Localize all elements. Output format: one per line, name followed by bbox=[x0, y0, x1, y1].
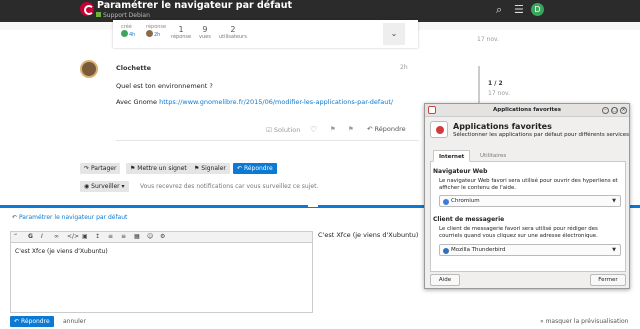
reply-time[interactable]: 2h bbox=[154, 32, 160, 38]
post-author[interactable]: Clochette bbox=[116, 64, 151, 72]
timeline-position[interactable]: 1 / 2 bbox=[488, 80, 503, 87]
hide-preview-link[interactable]: « masquer la prévisualisation bbox=[540, 318, 628, 325]
created-time[interactable]: 4h bbox=[129, 32, 135, 38]
web-browser-select[interactable]: Chromium ▼ bbox=[439, 195, 621, 207]
bookmark-icon[interactable]: ⚑ bbox=[348, 125, 354, 133]
preferred-applications-dialog: Applications favorites – □ × Application… bbox=[424, 103, 630, 289]
dialog-subtitle: Sélectionner les applications par défaut… bbox=[453, 132, 630, 138]
reply-topic-button[interactable]: ↶ Répondre bbox=[233, 163, 277, 174]
dialog-titlebar[interactable]: Applications favorites – □ × bbox=[425, 104, 629, 117]
flag-button[interactable]: ⚑ Signaler bbox=[190, 163, 230, 174]
quote-icon[interactable]: “ bbox=[14, 232, 17, 242]
composer-title: ↶ Paramétrer le navigateur par défaut bbox=[12, 214, 127, 221]
expand-toggle[interactable]: ⌄ bbox=[383, 23, 405, 45]
search-icon[interactable]: ⌕ bbox=[496, 3, 502, 17]
settings-icon[interactable]: ⚙ bbox=[160, 232, 165, 242]
emoji-icon[interactable]: ☺ bbox=[147, 232, 153, 242]
preferred-applications-icon bbox=[430, 121, 448, 138]
mail-client-heading: Client de messagerie bbox=[433, 216, 505, 223]
composer-preview: C'est Xfce (je viens d'Xubuntu) bbox=[318, 231, 419, 239]
composer-reply-button[interactable]: ↶ Répondre bbox=[10, 316, 54, 327]
dialog-heading: Applications favorites bbox=[453, 122, 552, 131]
user-avatar[interactable]: D bbox=[531, 3, 544, 16]
help-button[interactable]: Aide bbox=[430, 274, 460, 286]
post-divider bbox=[116, 140, 419, 141]
debian-logo-icon[interactable] bbox=[80, 2, 94, 16]
replies-stat: 1 réponse bbox=[171, 25, 192, 40]
web-browser-heading: Navigateur Web bbox=[433, 168, 488, 175]
avatar-icon bbox=[146, 30, 153, 37]
dropdown-arrow-icon: ▼ bbox=[612, 198, 616, 204]
link-icon[interactable]: ∞ bbox=[54, 232, 59, 242]
bold-icon[interactable]: G bbox=[28, 232, 33, 242]
code-icon[interactable]: </> bbox=[67, 232, 79, 242]
hamburger-menu-icon[interactable]: ☰ bbox=[514, 3, 524, 16]
numbered-list-icon[interactable]: ≡ bbox=[121, 232, 126, 242]
notification-text: Vous recevrez des notifications car vous… bbox=[140, 183, 319, 190]
mail-client-description: Le client de messagerie favori sera util… bbox=[439, 226, 598, 239]
composer-text: C'est Xfce (je viens d'Xubuntu) bbox=[15, 248, 108, 255]
minimize-icon[interactable]: – bbox=[602, 107, 609, 114]
like-icon[interactable]: ♡ bbox=[310, 125, 317, 134]
post-reply-button[interactable]: ↶ Répondre bbox=[367, 125, 406, 133]
tab-utilities[interactable]: Utilitaires bbox=[475, 150, 511, 162]
web-browser-description: Le navigateur Web favori sera utilisé po… bbox=[439, 178, 618, 191]
created-block: créé 4h bbox=[121, 24, 136, 38]
post-line-2: Avec Gnome https://www.gnomelibre.fr/201… bbox=[116, 98, 394, 106]
upload-icon[interactable]: ↥ bbox=[95, 232, 100, 242]
post-line-1: Quel est ton environnement ? bbox=[116, 82, 213, 90]
timeline-date: 17 nov. bbox=[488, 90, 511, 97]
share-button[interactable]: ↷ Partager bbox=[80, 163, 121, 174]
bullet-list-icon[interactable]: ≡ bbox=[108, 232, 113, 242]
composer-textarea[interactable]: C'est Xfce (je viens d'Xubuntu) bbox=[10, 242, 313, 313]
flag-icon[interactable]: ⚑ bbox=[330, 125, 336, 133]
tab-bar: Internet Utilitaires bbox=[430, 150, 626, 162]
dropdown-arrow-icon: ▼ bbox=[612, 247, 616, 253]
users-stat: 2 utilisateurs bbox=[219, 25, 247, 40]
thunderbird-icon bbox=[443, 248, 449, 254]
views-stat: 9 vues bbox=[199, 25, 211, 40]
maximize-icon[interactable]: □ bbox=[611, 107, 618, 114]
category-breadcrumb[interactable]: Support Debian bbox=[96, 12, 150, 19]
notification-level-button[interactable]: ◉ Surveiller ▾ bbox=[80, 181, 129, 192]
calendar-icon[interactable]: ▦ bbox=[134, 232, 140, 242]
close-button[interactable]: Fermer bbox=[590, 274, 626, 286]
composer-topic-link[interactable]: Paramétrer le navigateur par défaut bbox=[19, 214, 127, 221]
author-avatar[interactable] bbox=[80, 60, 98, 78]
page-title[interactable]: Paramétrer le navigateur par défaut bbox=[97, 0, 292, 11]
category-label[interactable]: Support Debian bbox=[103, 12, 150, 19]
topic-summary-card: créé 4h réponse 2h 1 réponse 9 vues 2 utilisa… bbox=[113, 20, 418, 48]
solution-button[interactable]: ☑ Solution bbox=[266, 126, 300, 134]
timeline-track bbox=[478, 66, 480, 106]
close-icon[interactable]: × bbox=[620, 107, 627, 114]
post-time[interactable]: 2h bbox=[400, 64, 408, 71]
composer-grippie-icon[interactable] bbox=[308, 205, 318, 207]
italic-icon[interactable]: I bbox=[41, 232, 43, 242]
site-header: Paramétrer le navigateur par défaut Supp… bbox=[0, 0, 640, 22]
reply-arrow-icon: ↶ bbox=[12, 214, 18, 221]
timeline-date-top: 17 nov. bbox=[477, 36, 500, 43]
image-icon[interactable]: ▣ bbox=[82, 232, 88, 242]
post: Clochette 2h Quel est ton environnement … bbox=[80, 58, 420, 148]
bookmark-button[interactable]: ⚑ Mettre un signet bbox=[126, 163, 191, 174]
dialog-window-title: Applications favorites bbox=[493, 107, 561, 113]
editor-toolbar: “ G I ∞ </> ▣ ↥ ≡ ≡ ▦ ☺ ⚙ bbox=[10, 231, 313, 242]
post-link[interactable]: https://www.gnomelibre.fr/2015/06/modifi… bbox=[159, 98, 393, 106]
tab-internet[interactable]: Internet bbox=[433, 150, 471, 162]
last-reply-block: réponse 2h bbox=[146, 24, 167, 38]
composer-cancel-link[interactable]: annuler bbox=[63, 318, 86, 325]
mail-client-select[interactable]: Mozilla Thunderbird ▼ bbox=[439, 244, 621, 256]
chromium-icon bbox=[443, 199, 449, 205]
avatar-icon bbox=[121, 30, 128, 37]
